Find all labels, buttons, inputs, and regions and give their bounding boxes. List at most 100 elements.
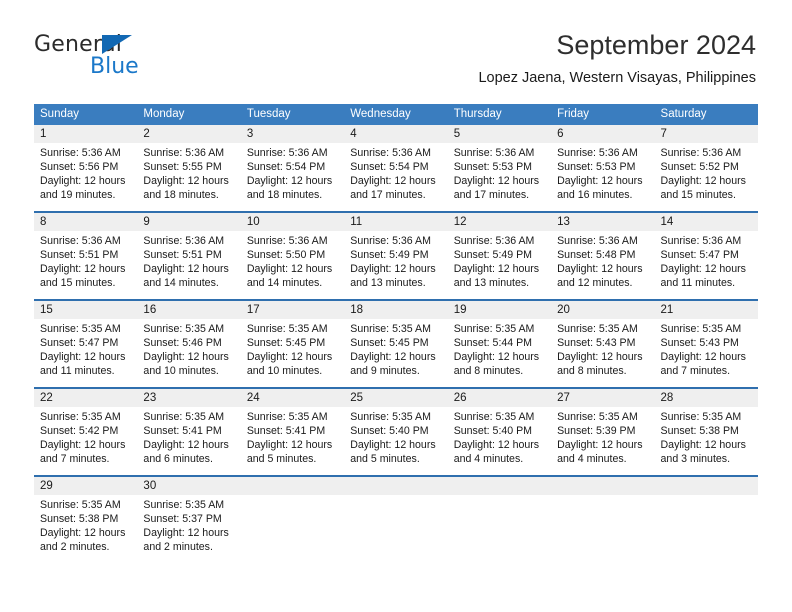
day-details — [447, 495, 552, 563]
day-number: 21 — [660, 304, 674, 316]
day-number: 1 — [40, 128, 47, 140]
day-number: 27 — [557, 392, 570, 404]
day-cell[interactable]: 2 Sunrise: 5:36 AM Sunset: 5:55 PM Daylight… — [137, 125, 241, 211]
day-cell[interactable]: 3 Sunrise: 5:36 AM Sunset: 5:54 PM Daylight… — [240, 125, 345, 211]
day-cell[interactable]: 5 Sunrise: 5:36 AM Sunset: 5:53 PM Daylight… — [447, 125, 552, 211]
daylight-text-line1: Daylight: 12 hours — [557, 175, 643, 187]
day-number: 13 — [557, 216, 570, 228]
daylight-text-line2: and 7 minutes. — [40, 453, 110, 465]
daylight-text-line2: and 11 minutes. — [40, 365, 115, 377]
sunrise-text: Sunrise: 5:35 AM — [143, 323, 225, 335]
day-cell[interactable]: 8 Sunrise: 5:36 AM Sunset: 5:51 PM Daylight… — [34, 213, 138, 299]
day-cell[interactable]: 14 Sunrise: 5:36 AM Sunset: 5:47 PM Dayligh… — [654, 213, 758, 299]
sunset-text: Sunset: 5:55 PM — [143, 161, 222, 173]
day-number: 22 — [40, 392, 53, 404]
daylight-text-line1: Daylight: 12 hours — [143, 527, 229, 539]
day-number-band: 14 — [654, 213, 758, 231]
day-number-band — [551, 477, 655, 495]
day-cell[interactable]: 26 Sunrise: 5:35 AM Sunset: 5:40 PM Dayligh… — [447, 389, 552, 475]
weekday-wednesday: Wednesday — [350, 108, 411, 120]
day-details: Sunrise: 5:35 AM Sunset: 5:39 PM Daylight:… — [551, 407, 655, 475]
day-details: Sunrise: 5:35 AM Sunset: 5:47 PM Daylight:… — [34, 319, 138, 387]
day-cell[interactable]: 11 Sunrise: 5:36 AM Sunset: 5:49 PM Dayligh… — [344, 213, 448, 299]
daylight-text-line1: Daylight: 12 hours — [40, 527, 126, 539]
day-number: 9 — [143, 216, 150, 228]
day-cell[interactable]: 30 Sunrise: 5:35 AM Sunset: 5:37 PM Dayligh… — [137, 477, 241, 563]
sunset-text: Sunset: 5:41 PM — [143, 425, 222, 437]
sunset-text: Sunset: 5:41 PM — [246, 425, 326, 437]
day-cell[interactable]: 6 Sunrise: 5:36 AM Sunset: 5:53 PM Daylight… — [551, 125, 655, 211]
daylight-text-line2: and 3 minutes. — [660, 453, 731, 465]
sunrise-text: Sunrise: 5:35 AM — [350, 323, 431, 335]
day-details: Sunrise: 5:35 AM Sunset: 5:38 PM Daylight:… — [654, 407, 758, 475]
day-cell[interactable]: 10 Sunrise: 5:36 AM Sunset: 5:50 PM Dayligh… — [240, 213, 345, 299]
day-details: Sunrise: 5:35 AM Sunset: 5:46 PM Daylight:… — [137, 319, 241, 387]
daylight-text-line1: Daylight: 12 hours — [660, 263, 746, 275]
day-cell[interactable]: 19 Sunrise: 5:35 AM Sunset: 5:44 PM Dayligh… — [447, 301, 552, 387]
day-cell[interactable]: 12 Sunrise: 5:36 AM Sunset: 5:49 PM Dayligh… — [447, 213, 552, 299]
daylight-text-line1: Daylight: 12 hours — [453, 351, 540, 363]
day-cell[interactable]: 7 Sunrise: 5:36 AM Sunset: 5:52 PM Daylight… — [654, 125, 758, 211]
sunset-text: Sunset: 5:50 PM — [246, 249, 326, 261]
day-cell[interactable]: 27 Sunrise: 5:35 AM Sunset: 5:39 PM Dayligh… — [551, 389, 655, 475]
day-number-band: 2 — [137, 125, 241, 143]
day-details: Sunrise: 5:35 AM Sunset: 5:43 PM Daylight:… — [551, 319, 655, 387]
day-number-band — [447, 477, 552, 495]
day-number-band — [654, 477, 758, 495]
day-number: 6 — [557, 128, 564, 140]
day-cell[interactable]: 1 Sunrise: 5:36 AM Sunset: 5:56 PM Daylight… — [34, 125, 138, 211]
day-number-band: 22 — [34, 389, 138, 407]
day-number-band: 10 — [240, 213, 345, 231]
daylight-text-line2: and 17 minutes. — [453, 189, 530, 201]
daylight-text-line2: and 4 minutes. — [453, 453, 524, 465]
day-cell-empty — [240, 477, 345, 563]
day-number-band: 1 — [34, 125, 138, 143]
sunset-text: Sunset: 5:53 PM — [453, 161, 533, 173]
daylight-text-line1: Daylight: 12 hours — [350, 351, 436, 363]
day-cell[interactable]: 24 Sunrise: 5:35 AM Sunset: 5:41 PM Dayligh… — [240, 389, 345, 475]
day-cell[interactable]: 15 Sunrise: 5:35 AM Sunset: 5:47 PM Dayligh… — [34, 301, 138, 387]
day-cell[interactable]: 23 Sunrise: 5:35 AM Sunset: 5:41 PM Dayligh… — [137, 389, 241, 475]
sunrise-text: Sunrise: 5:35 AM — [246, 411, 328, 423]
day-details: Sunrise: 5:36 AM Sunset: 5:51 PM Daylight:… — [137, 231, 241, 299]
sunrise-text: Sunrise: 5:36 AM — [40, 235, 121, 247]
day-cell[interactable]: 4 Sunrise: 5:36 AM Sunset: 5:54 PM Daylight… — [344, 125, 448, 211]
day-cell[interactable]: 16 Sunrise: 5:35 AM Sunset: 5:46 PM Dayligh… — [137, 301, 241, 387]
day-number: 18 — [350, 304, 364, 316]
day-cell[interactable]: 17 Sunrise: 5:35 AM Sunset: 5:45 PM Dayligh… — [240, 301, 345, 387]
day-number: 10 — [246, 216, 260, 228]
day-cell[interactable]: 9 Sunrise: 5:36 AM Sunset: 5:51 PM Daylight… — [137, 213, 241, 299]
day-cell[interactable]: 22 Sunrise: 5:35 AM Sunset: 5:42 PM Dayligh… — [34, 389, 138, 475]
day-cell[interactable]: 13 Sunrise: 5:36 AM Sunset: 5:48 PM Dayligh… — [551, 213, 655, 299]
sunset-text: Sunset: 5:56 PM — [40, 161, 119, 173]
sunrise-text: Sunrise: 5:35 AM — [40, 499, 121, 511]
day-cell[interactable]: 25 Sunrise: 5:35 AM Sunset: 5:40 PM Dayligh… — [344, 389, 448, 475]
sunset-text: Sunset: 5:54 PM — [350, 161, 429, 173]
sunrise-text: Sunrise: 5:35 AM — [557, 411, 638, 423]
day-number: 2 — [143, 128, 150, 140]
daylight-text-line1: Daylight: 12 hours — [557, 439, 643, 451]
daylight-text-line2: and 15 minutes. — [660, 189, 736, 201]
daylight-text-line2: and 16 minutes. — [557, 189, 633, 201]
sunset-text: Sunset: 5:48 PM — [557, 249, 636, 261]
day-cell[interactable]: 20 Sunrise: 5:35 AM Sunset: 5:43 PM Dayligh… — [551, 301, 655, 387]
day-cell[interactable]: 21 Sunrise: 5:35 AM Sunset: 5:43 PM Dayligh… — [654, 301, 758, 387]
day-details: Sunrise: 5:35 AM Sunset: 5:43 PM Daylight:… — [654, 319, 758, 387]
day-cell[interactable]: 18 Sunrise: 5:35 AM Sunset: 5:45 PM Dayligh… — [344, 301, 448, 387]
daylight-text-line2: and 13 minutes. — [350, 277, 426, 289]
daylight-text-line2: and 15 minutes. — [40, 277, 116, 289]
sunrise-text: Sunrise: 5:36 AM — [453, 235, 535, 247]
day-number-band: 3 — [240, 125, 345, 143]
sunrise-text: Sunrise: 5:36 AM — [350, 235, 431, 247]
day-cell[interactable]: 29 Sunrise: 5:35 AM Sunset: 5:38 PM Dayligh… — [34, 477, 138, 563]
calendar-grid: Sunday Monday Tuesday Wednesday Thursday… — [34, 104, 758, 563]
sunrise-text: Sunrise: 5:36 AM — [143, 147, 225, 159]
day-number-band: 29 — [34, 477, 138, 495]
day-cell[interactable]: 28 Sunrise: 5:35 AM Sunset: 5:38 PM Dayligh… — [654, 389, 758, 475]
day-details: Sunrise: 5:35 AM Sunset: 5:42 PM Daylight:… — [34, 407, 138, 475]
day-cell-empty — [447, 477, 552, 563]
sunset-text: Sunset: 5:53 PM — [557, 161, 636, 173]
day-details: Sunrise: 5:35 AM Sunset: 5:45 PM Daylight:… — [344, 319, 448, 387]
day-number-band: 4 — [344, 125, 448, 143]
day-number: 24 — [246, 392, 260, 404]
